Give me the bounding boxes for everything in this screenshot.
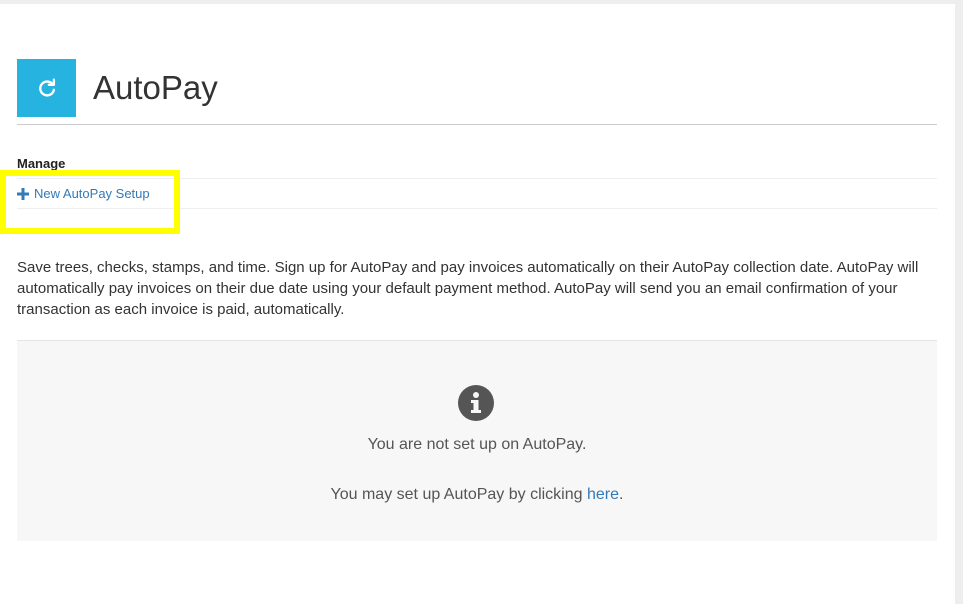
info-circle-icon [458,385,494,421]
page-header: AutoPay [17,59,937,125]
top-edge [0,0,963,4]
highlight-annotation-box [0,170,180,234]
setup-hint-prefix: You may set up AutoPay by clicking [330,486,587,503]
info-panel: You are not set up on AutoPay. You may s… [17,340,937,541]
right-scroll-edge [955,0,963,604]
refresh-icon [17,59,76,117]
autopay-description: Save trees, checks, stamps, and time. Si… [17,259,919,318]
not-setup-message: You are not set up on AutoPay. [367,436,587,453]
here-link[interactable]: here [587,486,619,503]
setup-hint-suffix: . [619,486,624,503]
setup-hint-message: You may set up AutoPay by clicking here. [17,486,937,504]
page-title: AutoPay [93,69,218,106]
